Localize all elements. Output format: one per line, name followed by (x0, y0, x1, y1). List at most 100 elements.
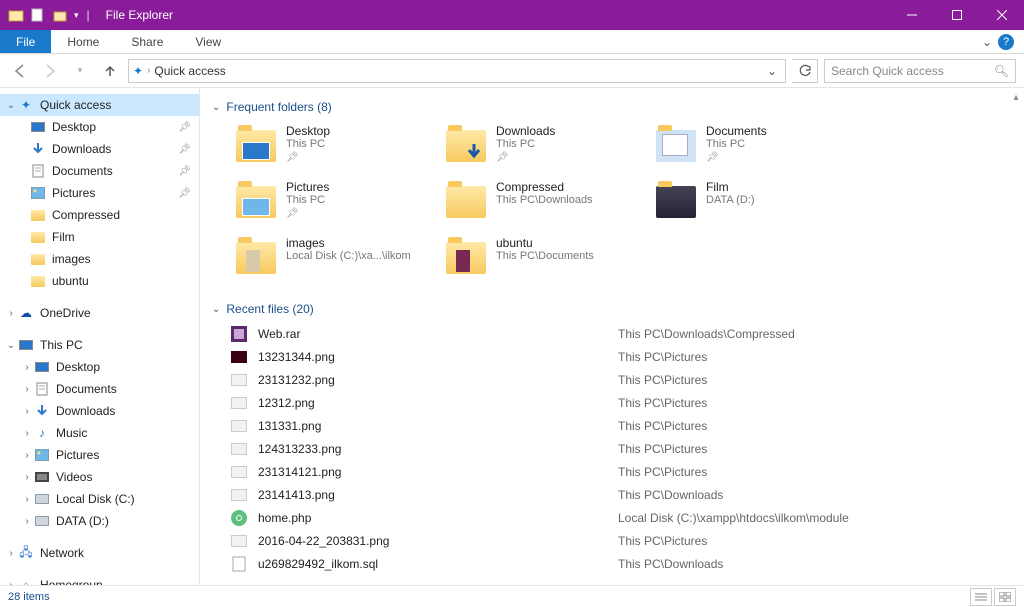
address-bar[interactable]: ✦ › Quick access ⌄ (128, 59, 786, 83)
sidebar-item-documents[interactable]: ›Documents (0, 378, 199, 400)
up-button[interactable] (98, 59, 122, 83)
recent-file-row[interactable]: 124313233.pngThis PC\Pictures (230, 437, 1024, 460)
recent-file-row[interactable]: u269829492_ilkom.sqlThis PC\Downloads (230, 552, 1024, 575)
sidebar-item-ubuntu[interactable]: ubuntu (0, 270, 199, 292)
recent-file-row[interactable]: 2016-04-22_203831.pngThis PC\Pictures (230, 529, 1024, 552)
sidebar-homegroup[interactable]: › ⌂ Homegroup (0, 574, 199, 585)
expand-icon[interactable]: › (20, 516, 34, 527)
sidebar-item-music[interactable]: ›♪Music (0, 422, 199, 444)
address-dropdown-icon[interactable]: ⌄ (763, 64, 781, 78)
scroll-up-icon[interactable]: ▴ (1010, 92, 1022, 112)
file-location: This PC\Downloads\Compressed (618, 327, 795, 341)
file-name: Web.rar (258, 327, 618, 341)
sidebar-item-images[interactable]: images (0, 248, 199, 270)
status-bar: 28 items (0, 585, 1024, 607)
sidebar-item-pictures[interactable]: Pictures📌︎ (0, 182, 199, 204)
tab-share[interactable]: Share (115, 30, 179, 53)
recent-file-row[interactable]: home.phpLocal Disk (C:)\xampp\htdocs\ilk… (230, 506, 1024, 529)
sidebar-item-desktop[interactable]: Desktop📌︎ (0, 116, 199, 138)
maximize-button[interactable] (934, 0, 979, 30)
breadcrumb[interactable]: Quick access (154, 64, 225, 78)
expand-icon[interactable]: ⌄ (4, 100, 18, 111)
recent-locations-button[interactable]: ▾ (68, 59, 92, 83)
refresh-button[interactable] (792, 59, 818, 83)
chevron-right-icon[interactable]: › (147, 65, 150, 76)
sidebar-item-videos[interactable]: ›Videos (0, 466, 199, 488)
sidebar-this-pc[interactable]: ⌄ This PC (0, 334, 199, 356)
file-name: 23131232.png (258, 373, 618, 387)
recent-file-row[interactable]: 23141413.pngThis PC\Downloads (230, 483, 1024, 506)
file-location: This PC\Pictures (618, 419, 707, 433)
sidebar-item-desktop[interactable]: ›Desktop (0, 356, 199, 378)
expand-icon[interactable]: ⌄ (4, 340, 18, 351)
tab-file[interactable]: File (0, 30, 51, 53)
frequent-folders-header[interactable]: ⌄ Frequent folders (8) (200, 96, 1024, 120)
folder-downloads[interactable]: DownloadsThis PC📌︎ (440, 120, 650, 176)
search-input[interactable] (831, 64, 994, 78)
sidebar-item-film[interactable]: Film (0, 226, 199, 248)
qat-dropdown-icon[interactable]: ▾ (74, 10, 79, 21)
expand-icon[interactable]: › (20, 384, 34, 395)
forward-button[interactable] (38, 59, 62, 83)
folder-documents[interactable]: DocumentsThis PC📌︎ (650, 120, 860, 176)
qat-properties-icon[interactable] (30, 7, 46, 23)
tab-view[interactable]: View (179, 30, 237, 53)
search-box[interactable]: 🔍︎ (824, 59, 1016, 83)
recent-file-row[interactable]: 13231344.pngThis PC\Pictures (230, 345, 1024, 368)
recent-file-row[interactable]: 23131232.pngThis PC\Pictures (230, 368, 1024, 391)
download-icon (30, 141, 46, 157)
sidebar-onedrive[interactable]: › ☁ OneDrive (0, 302, 199, 324)
folder-compressed[interactable]: CompressedThis PC\Downloads (440, 176, 650, 232)
help-icon[interactable]: ? (998, 34, 1014, 50)
expand-icon[interactable]: › (4, 580, 18, 586)
sidebar-item-downloads[interactable]: ›Downloads (0, 400, 199, 422)
close-button[interactable] (979, 0, 1024, 30)
sidebar-item-compressed[interactable]: Compressed (0, 204, 199, 226)
sidebar-quick-access[interactable]: ⌄ ✦ Quick access (0, 94, 199, 116)
collapse-icon[interactable]: ⌄ (212, 304, 220, 315)
folder-film[interactable]: FilmDATA (D:) (650, 176, 860, 232)
sidebar-item-documents[interactable]: Documents📌︎ (0, 160, 199, 182)
thumbnails-view-button[interactable] (994, 588, 1016, 606)
sidebar-item-pictures[interactable]: ›Pictures (0, 444, 199, 466)
sidebar-item-downloads[interactable]: Downloads📌︎ (0, 138, 199, 160)
back-button[interactable] (8, 59, 32, 83)
recent-file-row[interactable]: Web.rarThis PC\Downloads\Compressed (230, 322, 1024, 345)
folder-pictures[interactable]: PicturesThis PC📌︎ (230, 176, 440, 232)
file-name: 2016-04-22_203831.png (258, 534, 618, 548)
recent-file-row[interactable]: 131331.pngThis PC\Pictures (230, 414, 1024, 437)
sidebar-item-local-disk-c-[interactable]: › Local Disk (C:) (0, 488, 199, 510)
monitor-icon (34, 359, 50, 375)
folder-ubuntu[interactable]: ubuntuThis PC\Documents (440, 232, 650, 288)
ribbon-expand-icon[interactable]: ⌄ (976, 35, 998, 49)
details-view-button[interactable] (970, 588, 992, 606)
search-icon[interactable]: 🔍︎ (994, 64, 1009, 78)
sidebar-item-label: Local Disk (C:) (56, 492, 191, 506)
expand-icon[interactable]: › (20, 494, 34, 505)
sidebar-item-label: Desktop (52, 120, 174, 134)
expand-icon[interactable]: › (20, 472, 34, 483)
homegroup-icon: ⌂ (18, 577, 34, 585)
folder-desktop[interactable]: DesktopThis PC📌︎ (230, 120, 440, 176)
recent-file-row[interactable]: 12312.pngThis PC\Pictures (230, 391, 1024, 414)
navigation-pane[interactable]: ⌄ ✦ Quick access Desktop📌︎Downloads📌︎Doc… (0, 88, 200, 585)
file-icon (230, 440, 248, 458)
folder-images[interactable]: imagesLocal Disk (C:)\xa...\ilkom (230, 232, 440, 288)
expand-icon[interactable]: › (20, 450, 34, 461)
sidebar-network[interactable]: › 🖧 Network (0, 542, 199, 564)
sidebar-item-data-d-[interactable]: ›DATA (D:) (0, 510, 199, 532)
recent-files-header[interactable]: ⌄ Recent files (20) (200, 298, 1024, 322)
expand-icon[interactable]: › (20, 362, 34, 373)
tab-home[interactable]: Home (51, 30, 115, 53)
recent-file-row[interactable]: 231314121.pngThis PC\Pictures (230, 460, 1024, 483)
file-name: 23141413.png (258, 488, 618, 502)
expand-icon[interactable]: › (4, 548, 18, 559)
expand-icon[interactable]: › (20, 428, 34, 439)
qat-new-folder-icon[interactable] (52, 7, 68, 23)
minimize-button[interactable] (889, 0, 934, 30)
expand-icon[interactable]: › (20, 406, 34, 417)
content-pane[interactable]: ▴ ⌄ Frequent folders (8) DesktopThis PC📌… (200, 88, 1024, 585)
sidebar-item-label: Network (40, 546, 191, 560)
expand-icon[interactable]: › (4, 308, 18, 319)
collapse-icon[interactable]: ⌄ (212, 102, 220, 113)
